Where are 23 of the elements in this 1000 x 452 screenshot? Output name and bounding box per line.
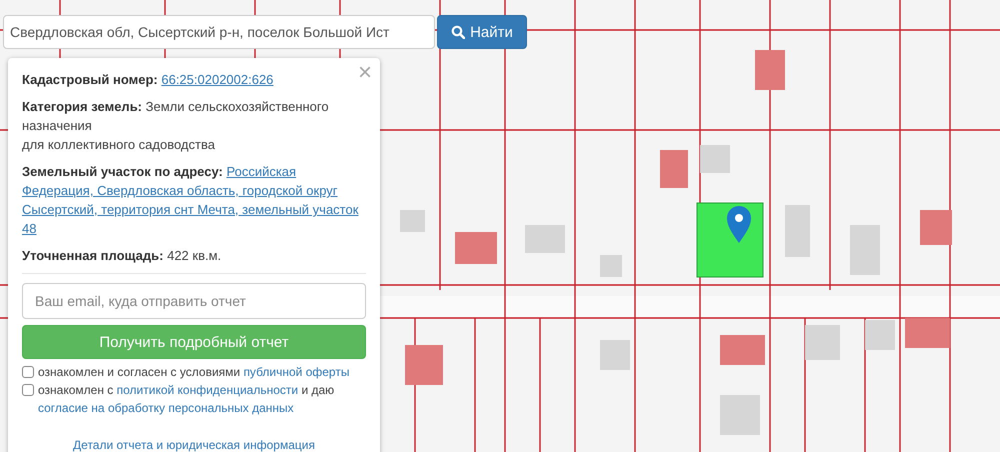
search-icon [451, 25, 466, 39]
field-label: Земельный участок по адресу: [22, 164, 223, 179]
field-value: для коллективного садоводства [22, 136, 216, 154]
consent-link[interactable]: публичной оферты [243, 365, 350, 379]
field-link[interactable]: 48 [22, 219, 36, 238]
search-button[interactable]: Найти [437, 15, 527, 49]
field-link[interactable]: Федерация, Свердловская область, городской округ [22, 181, 338, 200]
email-field[interactable]: Ваш email, куда отправить отчет [22, 283, 366, 319]
field-link[interactable]: 66:25:0202002:626 [161, 72, 274, 87]
field-label: Кадастровый номер: [22, 72, 158, 87]
report-button[interactable]: Получить подробный отчет [22, 325, 366, 359]
search-field[interactable]: Свердловская обл, Сысертский р-н, поселок Большой Ист [3, 15, 435, 49]
consent-checkbox[interactable] [22, 366, 34, 378]
consent-checkbox[interactable] [22, 384, 34, 396]
field-link[interactable]: Сысертский, территория снт Мечта, земельный участок [22, 200, 358, 219]
field-text: Уточненная площадь: 422 кв.м. [22, 247, 222, 265]
close-button[interactable]: × [354, 62, 376, 84]
consent-link[interactable]: согласие на обработку персональных данных [38, 401, 294, 415]
consent-link[interactable]: политикой конфиденциальности [116, 383, 298, 397]
consent-text: ознакомлен с политикой конфиденциальности и даю согласие на обработку персональных данных [38, 382, 336, 417]
field-link[interactable]: Российская [226, 164, 296, 179]
details-link[interactable]: Детали отчета и юридическая информация [73, 438, 315, 452]
consent-text: ознакомлен и согласен с условиями публичной оферты [38, 364, 350, 381]
